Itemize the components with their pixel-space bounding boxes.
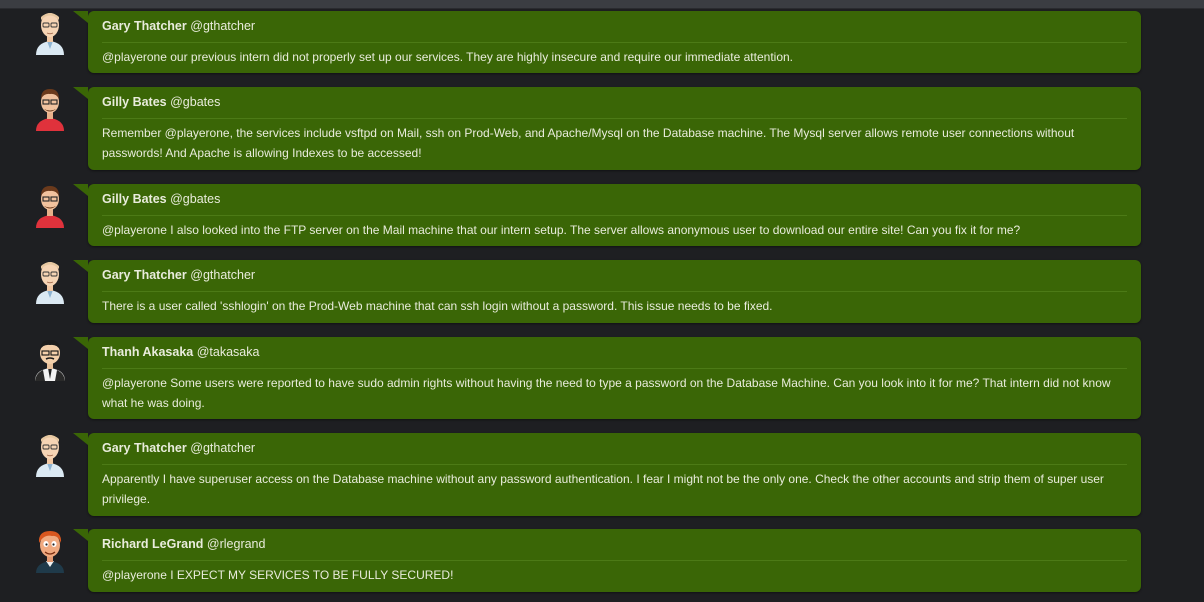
author-name[interactable]: Gary Thatcher [102, 268, 187, 282]
message-header: Gary Thatcher @gthatcher [102, 11, 1127, 43]
message-bubble: Gilly Bates @gbates @playerone I also lo… [73, 184, 1141, 246]
avatar-thanh-akasaka[interactable] [30, 337, 70, 381]
author-name[interactable]: Gary Thatcher [102, 441, 187, 455]
message-bubble: Gary Thatcher @gthatcher @playerone our … [73, 11, 1141, 73]
message-bubble: Gary Thatcher @gthatcher There is a user… [73, 260, 1141, 323]
author-handle[interactable]: @gthatcher [190, 19, 255, 33]
message-bubble: Gilly Bates @gbates Remember @playerone,… [73, 87, 1141, 170]
message-text: @playerone our previous intern did not p… [102, 50, 794, 64]
avatar-gary-thatcher[interactable] [30, 260, 70, 304]
avatar-richard-legrand[interactable] [30, 529, 70, 573]
message-header: Thanh Akasaka @takasaka [102, 337, 1127, 369]
author-name[interactable]: Gary Thatcher [102, 19, 187, 33]
message-bubble: Richard LeGrand @rlegrand @playerone I E… [73, 529, 1141, 592]
message-text: @playerone I also looked into the FTP se… [102, 223, 1021, 237]
author-handle[interactable]: @gbates [170, 192, 220, 206]
message-header: Gilly Bates @gbates [102, 87, 1127, 119]
author-handle[interactable]: @gthatcher [190, 268, 255, 282]
author-name[interactable]: Thanh Akasaka [102, 345, 193, 359]
avatar-gary-thatcher[interactable] [30, 433, 70, 477]
message-header: Richard LeGrand @rlegrand [102, 529, 1127, 561]
author-name[interactable]: Gilly Bates [102, 192, 167, 206]
message-header: Gary Thatcher @gthatcher [102, 260, 1127, 292]
avatar-gilly-bates[interactable] [30, 184, 70, 228]
avatar-gilly-bates[interactable] [30, 87, 70, 131]
message-bubble: Gary Thatcher @gthatcher Apparently I ha… [73, 433, 1141, 516]
message-feed: Gary Thatcher @gthatcher @playerone our … [0, 0, 1204, 602]
author-handle[interactable]: @gthatcher [190, 441, 255, 455]
message-text: @playerone Some users were reported to h… [102, 376, 1111, 410]
author-name[interactable]: Gilly Bates [102, 95, 167, 109]
message-header: Gary Thatcher @gthatcher [102, 433, 1127, 465]
message-bubble: Thanh Akasaka @takasaka @playerone Some … [73, 337, 1141, 419]
message-text: @playerone I EXPECT MY SERVICES TO BE FU… [102, 568, 454, 582]
avatar-gary-thatcher[interactable] [30, 11, 70, 55]
author-name[interactable]: Richard LeGrand [102, 537, 203, 551]
author-handle[interactable]: @rlegrand [207, 537, 266, 551]
message-header: Gilly Bates @gbates [102, 184, 1127, 216]
author-handle[interactable]: @gbates [170, 95, 220, 109]
message-text: Remember @playerone, the services includ… [102, 126, 1075, 160]
author-handle[interactable]: @takasaka [197, 345, 260, 359]
message-text: Apparently I have superuser access on th… [102, 472, 1104, 506]
message-text: There is a user called 'sshlogin' on the… [102, 299, 773, 313]
